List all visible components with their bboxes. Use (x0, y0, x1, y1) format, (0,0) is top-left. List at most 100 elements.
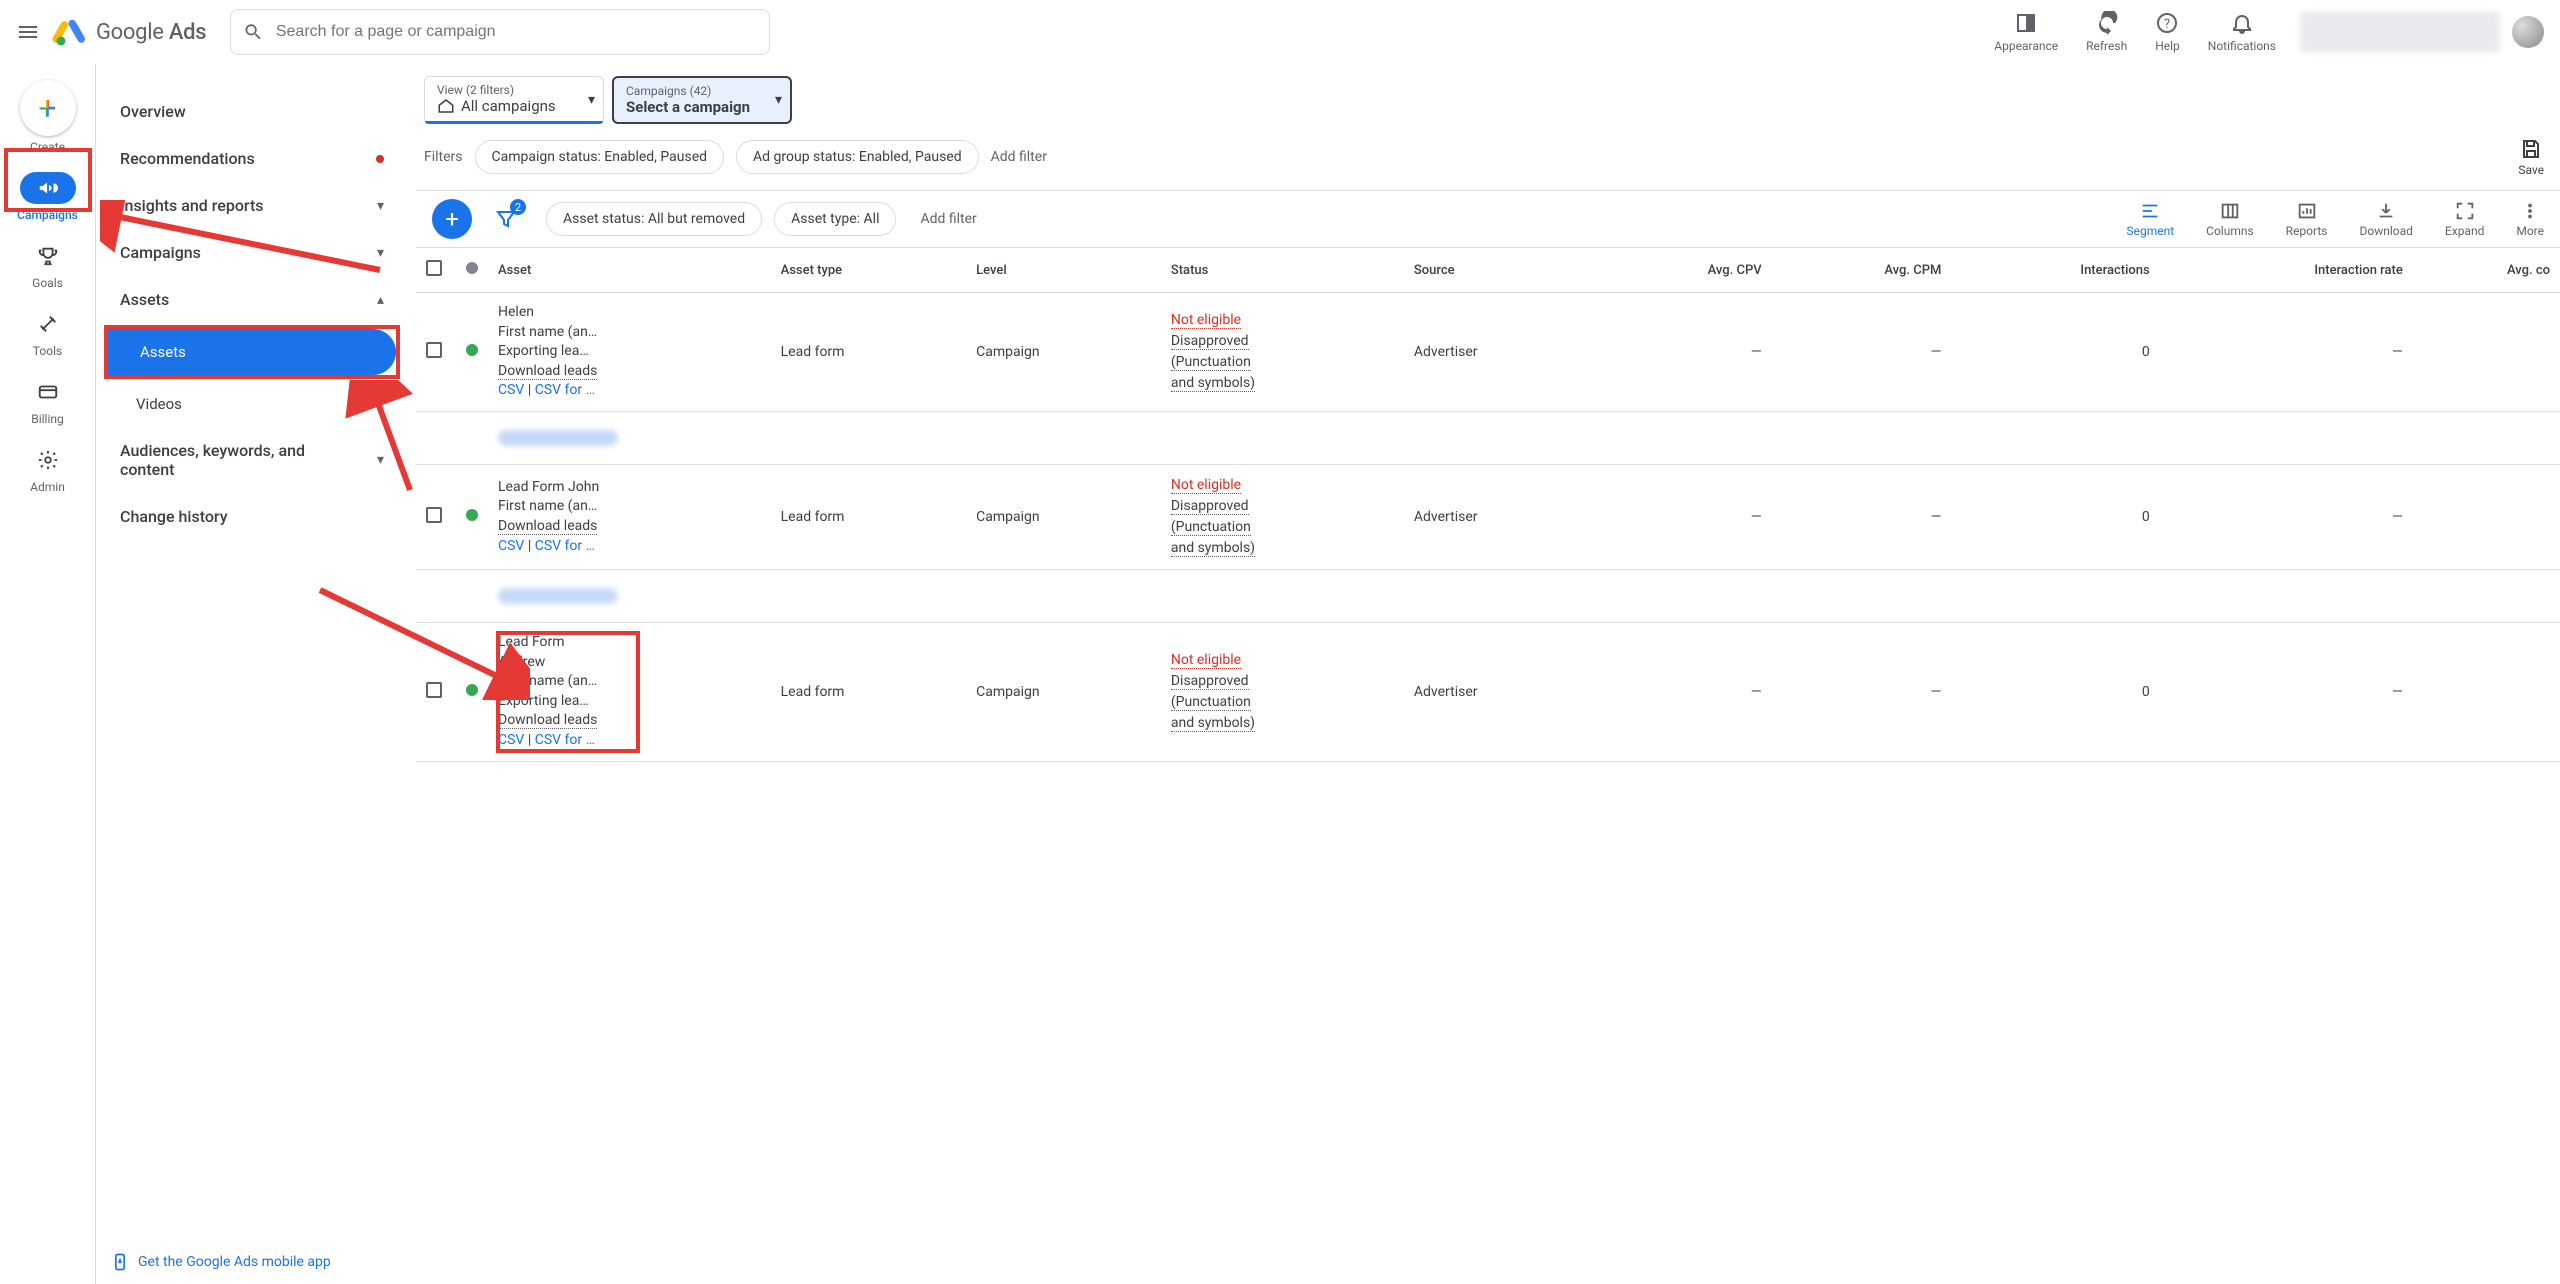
help-button[interactable]: ? Help (2155, 11, 2180, 53)
nav-change-history[interactable]: Change history (104, 493, 400, 540)
col-interaction-rate[interactable]: Interaction rate (2160, 248, 2413, 293)
chevron-up-icon: ▴ (377, 292, 384, 308)
segment-icon (2139, 200, 2161, 222)
col-asset-type[interactable]: Asset type (771, 248, 967, 293)
appearance-icon (2014, 11, 2038, 35)
alert-dot-icon (376, 155, 384, 163)
select-all-checkbox[interactable] (426, 260, 442, 276)
megaphone-icon (37, 177, 59, 199)
create-button[interactable]: + (20, 80, 76, 136)
bell-icon (2230, 11, 2254, 35)
dropdown-icon: ▾ (775, 92, 782, 108)
search-box[interactable] (230, 9, 770, 55)
status-dot-icon (466, 344, 478, 356)
columns-icon (2219, 200, 2241, 222)
asset-cell[interactable]: Lead FormAndrewFirst name (an…Exporting … (498, 633, 638, 751)
save-button[interactable]: Save (2518, 137, 2544, 177)
row-checkbox[interactable] (426, 342, 442, 358)
expand-icon (2454, 200, 2476, 222)
nav-assets-parent[interactable]: Assets▴ (104, 276, 400, 323)
notifications-button[interactable]: Notifications (2208, 11, 2276, 53)
reports-button[interactable]: Reports (2286, 200, 2328, 238)
segment-button[interactable]: Segment (2126, 200, 2174, 238)
dropdown-icon: ▾ (588, 92, 595, 108)
col-avg-cpm[interactable]: Avg. CPM (1772, 248, 1952, 293)
nav-campaigns[interactable]: Campaigns▾ (104, 229, 400, 276)
download-button[interactable]: Download (2360, 200, 2413, 238)
table-group-row (416, 411, 2560, 464)
chevron-down-icon: ▾ (377, 198, 384, 214)
chip-asset-type[interactable]: Asset type: All (774, 202, 896, 236)
refresh-button[interactable]: Refresh (2086, 11, 2127, 53)
rail-campaigns[interactable]: Campaigns (12, 172, 84, 222)
nav-audiences[interactable]: Audiences, keywords, and content▾ (104, 427, 400, 493)
rail-admin[interactable]: Admin (12, 444, 84, 494)
expand-button[interactable]: Expand (2445, 200, 2484, 238)
search-icon (243, 21, 264, 43)
asset-cell[interactable]: HelenFirst name (an…Exporting lea…Downlo… (498, 303, 638, 401)
account-info (2300, 12, 2500, 52)
create-label: Create (30, 140, 65, 154)
gear-icon (37, 449, 59, 471)
col-interactions[interactable]: Interactions (1951, 248, 2159, 293)
rail-goals[interactable]: Goals (12, 240, 84, 290)
tools-icon (37, 313, 59, 335)
col-avg-cpv[interactable]: Avg. CPV (1599, 248, 1772, 293)
asset-cell[interactable]: Lead Form JohnFirst name (an…Download le… (498, 478, 638, 556)
logo-text: Google Ads (96, 20, 206, 45)
chevron-down-icon: ▾ (377, 452, 384, 468)
col-status[interactable]: Status (1161, 248, 1404, 293)
row-checkbox[interactable] (426, 507, 442, 523)
logo[interactable]: Google Ads (52, 14, 206, 50)
search-input[interactable] (276, 23, 757, 41)
rail-billing[interactable]: Billing (12, 376, 84, 426)
view-selector[interactable]: View (2 filters) All campaigns ▾ (424, 76, 604, 124)
row-checkbox[interactable] (426, 682, 442, 698)
campaign-selector[interactable]: Campaigns (42) Select a campaign ▾ (612, 76, 792, 124)
more-icon (2519, 200, 2541, 222)
table-row: Lead FormAndrewFirst name (an…Exporting … (416, 622, 2560, 761)
table-row: HelenFirst name (an…Exporting lea…Downlo… (416, 293, 2560, 412)
trophy-icon (37, 245, 59, 267)
chip-campaign-status[interactable]: Campaign status: Enabled, Paused (475, 140, 725, 174)
assets-table: Asset Asset type Level Status Source Avg… (416, 248, 2560, 762)
table-group-row (416, 569, 2560, 622)
toolbar-add-filter[interactable]: Add filter (920, 211, 976, 227)
filter-button[interactable]: 2 (490, 203, 522, 235)
status-dot-icon (466, 262, 478, 274)
topbar: Google Ads Appearance Refresh ? Help Not… (0, 0, 2560, 64)
card-icon (37, 381, 59, 403)
more-button[interactable]: More (2516, 200, 2544, 238)
appearance-button[interactable]: Appearance (1994, 11, 2058, 53)
col-source[interactable]: Source (1404, 248, 1599, 293)
phone-icon (110, 1252, 130, 1272)
google-ads-logo-icon (52, 14, 88, 50)
chip-adgroup-status[interactable]: Ad group status: Enabled, Paused (736, 140, 979, 174)
avatar[interactable] (2512, 16, 2544, 48)
nav-assets[interactable]: Assets (108, 329, 396, 375)
nav-insights[interactable]: Insights and reports▾ (104, 182, 400, 229)
refresh-icon (2095, 11, 2119, 35)
col-level[interactable]: Level (966, 248, 1161, 293)
nav-videos[interactable]: Videos (104, 381, 400, 427)
columns-button[interactable]: Columns (2206, 200, 2254, 238)
nav-overview[interactable]: Overview (104, 88, 400, 135)
rail-tools[interactable]: Tools (12, 308, 84, 358)
chip-asset-status[interactable]: Asset status: All but removed (546, 202, 762, 236)
save-icon (2519, 137, 2543, 161)
hamburger-icon[interactable] (16, 20, 40, 44)
mobile-app-link[interactable]: Get the Google Ads mobile app (110, 1252, 331, 1272)
add-filter-button[interactable]: Add filter (991, 149, 1047, 165)
download-icon (2375, 200, 2397, 222)
col-avg-co[interactable]: Avg. co (2413, 248, 2560, 293)
col-asset[interactable]: Asset (488, 248, 771, 293)
add-asset-button[interactable]: + (432, 199, 472, 239)
home-icon (437, 97, 455, 115)
side-nav: Overview Recommendations Insights and re… (96, 64, 408, 1284)
nav-recommendations[interactable]: Recommendations (104, 135, 400, 182)
left-rail: + Create Campaigns Goals Tools Billing A… (0, 64, 96, 1284)
filters-label: Filters (424, 149, 463, 165)
table-row: Lead Form JohnFirst name (an…Download le… (416, 464, 2560, 569)
reports-icon (2296, 200, 2318, 222)
status-dot-icon (466, 684, 478, 696)
